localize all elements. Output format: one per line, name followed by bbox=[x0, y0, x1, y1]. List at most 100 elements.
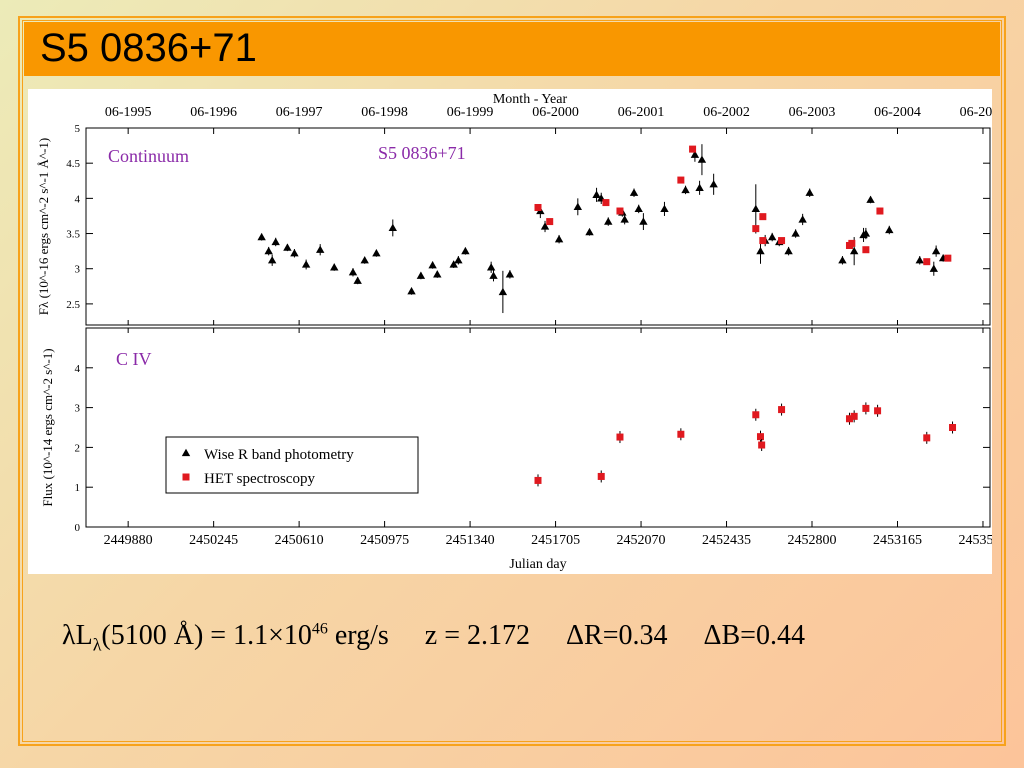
title-bar: S5 0836+71 bbox=[24, 22, 1000, 76]
photometry-point bbox=[604, 217, 613, 225]
photometry-point bbox=[454, 256, 463, 264]
photometry-point bbox=[585, 227, 594, 236]
caption-luminosity: (5100 Å) = 1.1×10 bbox=[101, 620, 312, 651]
continuum-y-tick-label: 5 bbox=[75, 123, 81, 135]
legend-label: HET spectroscopy bbox=[204, 471, 315, 487]
civ-y-tick-label: 2 bbox=[75, 442, 81, 454]
photometry-point bbox=[407, 287, 416, 295]
photometry-point bbox=[388, 223, 397, 232]
photometry-point bbox=[330, 263, 339, 271]
light-curve-figure: 06-1995 06-1996 06-1997 06-1998 06-1999 06-20… bbox=[28, 89, 1007, 574]
x-axis-tick-label: 2453530 bbox=[958, 533, 992, 548]
top-axis-tick-label: 06-1997 bbox=[276, 105, 323, 120]
photometry-point bbox=[433, 270, 442, 278]
top-axis-tick-label: 06-2005 bbox=[960, 105, 992, 120]
civ-y-tick-label: 3 bbox=[75, 403, 81, 415]
x-axis-tick-label: 2450245 bbox=[189, 533, 238, 548]
photometry-point bbox=[592, 190, 601, 198]
top-axis-tick-label: 06-1996 bbox=[190, 105, 237, 120]
photometry-point bbox=[639, 217, 648, 225]
photometry-point bbox=[915, 256, 924, 264]
photometry-point bbox=[573, 202, 583, 210]
spectroscopy-point bbox=[602, 199, 610, 207]
civ-spectroscopy-point bbox=[616, 433, 624, 441]
spectroscopy-point bbox=[923, 258, 931, 266]
civ-plot-frame bbox=[85, 327, 991, 528]
photometry-point bbox=[629, 188, 639, 196]
top-axis-tick-label: 06-2002 bbox=[703, 105, 750, 120]
x-axis-tick-label: 2452800 bbox=[788, 533, 837, 548]
caption-L: L bbox=[75, 620, 93, 651]
top-axis-tick-label: 06-2000 bbox=[532, 105, 579, 120]
civ-spectroscopy-point bbox=[778, 406, 786, 414]
photometry-point bbox=[315, 245, 325, 253]
spectroscopy-point bbox=[862, 246, 870, 254]
continuum-y-axis-label: Fλ (10^-16 ergs cm^-2 s^-1 Å^-1) bbox=[36, 138, 51, 315]
caption-delta-r: ΔR=0.34 bbox=[566, 620, 668, 651]
luminosity-caption: λLλ(5100 Å) = 1.1×1046 erg/s z = 2.172 ΔR=… bbox=[62, 620, 805, 656]
photometry-point bbox=[751, 204, 761, 213]
photometry-point bbox=[290, 249, 299, 257]
photometry-point bbox=[271, 237, 280, 246]
civ-y-tick-label: 0 bbox=[75, 522, 81, 534]
photometry-point bbox=[416, 271, 426, 279]
photometry-point bbox=[634, 204, 643, 213]
slide-title: S5 0836+71 bbox=[40, 26, 257, 70]
x-axis-tick-label: 2449880 bbox=[104, 533, 153, 548]
legend-square-marker bbox=[182, 473, 190, 481]
photometry-point bbox=[554, 234, 564, 243]
photometry-point bbox=[697, 155, 707, 163]
civ-spectroscopy-point bbox=[874, 407, 882, 415]
caption-delta-b: ΔB=0.44 bbox=[703, 620, 805, 651]
photometry-point bbox=[267, 256, 277, 264]
civ-spectroscopy-point bbox=[534, 476, 542, 484]
x-axis-tick-label: 2453165 bbox=[873, 533, 922, 548]
x-axis-tick-label: 2450610 bbox=[275, 533, 324, 548]
caption-exponent: 46 bbox=[311, 620, 328, 638]
top-axis-title: Month - Year bbox=[493, 92, 568, 107]
photometry-point bbox=[805, 188, 814, 196]
continuum-y-tick-label: 2.5 bbox=[66, 299, 80, 311]
civ-spectroscopy-point bbox=[862, 404, 870, 412]
continuum-annotation: S5 0836+71 bbox=[378, 143, 466, 163]
photometry-point bbox=[264, 246, 273, 255]
photometry-point bbox=[620, 215, 629, 223]
photometry-point bbox=[756, 246, 765, 255]
photometry-point bbox=[791, 229, 800, 237]
continuum-y-tick-label: 3.5 bbox=[66, 229, 80, 241]
top-axis-tick-label: 06-1998 bbox=[361, 105, 408, 120]
continuum-y-tick-label: 4 bbox=[75, 193, 81, 205]
photometry-point bbox=[489, 271, 498, 279]
photometry-point bbox=[885, 225, 894, 234]
photometry-point bbox=[301, 260, 311, 268]
caption-unit: erg/s bbox=[327, 620, 389, 651]
continuum-panel-label: Continuum bbox=[108, 146, 189, 166]
x-axis-tick-label: 2450975 bbox=[360, 533, 409, 548]
photometry-point bbox=[461, 246, 470, 255]
photometry-point bbox=[360, 256, 369, 264]
spectroscopy-point bbox=[546, 218, 554, 226]
legend-label: Wise R band photometry bbox=[204, 447, 354, 463]
light-curve-chart: 06-1995 06-1996 06-1997 06-1998 06-1999 06-20… bbox=[36, 92, 1007, 572]
photometry-point bbox=[498, 287, 508, 296]
top-axis-tick-label: 06-1999 bbox=[447, 105, 494, 120]
spectroscopy-point bbox=[759, 237, 767, 245]
civ-spectroscopy-point bbox=[923, 434, 931, 442]
civ-y-tick-label: 1 bbox=[75, 482, 81, 494]
photometry-point bbox=[784, 246, 793, 255]
spectroscopy-point bbox=[689, 145, 697, 153]
photometry-point bbox=[709, 180, 718, 188]
civ-spectroscopy-point bbox=[949, 424, 957, 431]
photometry-point bbox=[838, 256, 847, 264]
spectroscopy-point bbox=[876, 207, 884, 215]
photometry-point bbox=[931, 246, 941, 255]
x-axis-tick-label: 2451705 bbox=[531, 533, 580, 548]
continuum-y-tick-label: 4.5 bbox=[66, 158, 80, 170]
photometry-point bbox=[505, 270, 515, 278]
continuum-y-tick-label: 3 bbox=[75, 264, 81, 276]
civ-spectroscopy-point bbox=[850, 412, 858, 420]
photometry-point bbox=[681, 185, 690, 194]
x-axis-tick-label: 2451340 bbox=[446, 533, 495, 548]
civ-spectroscopy-point bbox=[597, 472, 605, 480]
caption-redshift: z = 2.172 bbox=[424, 620, 531, 651]
